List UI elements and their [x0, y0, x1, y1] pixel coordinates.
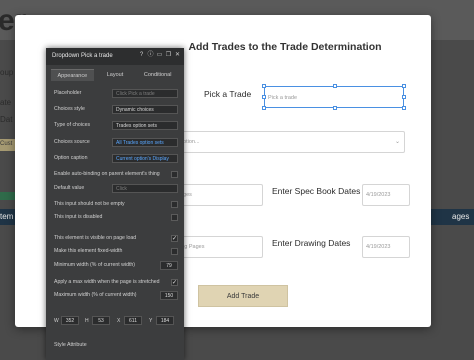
- drawing-dates-label: Enter Drawing Dates: [272, 238, 351, 248]
- close-icon[interactable]: ✕: [174, 52, 181, 59]
- comment-icon[interactable]: ▭: [156, 52, 163, 59]
- geo-y-input[interactable]: 184: [156, 316, 174, 325]
- info-icon[interactable]: ⓘ: [147, 52, 154, 59]
- background-fragment-custom: Cust: [0, 141, 13, 147]
- background-fragment-group: oup: [0, 68, 14, 77]
- max-apply-checkbox[interactable]: ✓: [171, 279, 178, 286]
- min-width-row: Minimum width (% of current width) 79: [54, 261, 178, 271]
- max-apply-row: Apply a max width when the page is stret…: [54, 278, 178, 288]
- placeholder-row: Placeholder Click Pick a trade: [54, 89, 178, 99]
- geo-w-input[interactable]: 352: [61, 316, 79, 325]
- resize-handle-nw[interactable]: [262, 84, 266, 88]
- default-value-field[interactable]: Click: [112, 184, 178, 193]
- fixed-width-checkbox[interactable]: [171, 248, 178, 255]
- property-editor-panel[interactable]: Dropdown Pick a trade ? ⓘ ▭ ❐ ✕ Appearan…: [46, 48, 184, 360]
- choices-source-field[interactable]: All Trades option sets: [112, 138, 178, 147]
- resize-handle-w[interactable]: [262, 95, 266, 99]
- drawing-pages-input[interactable]: ing Pages: [176, 236, 263, 258]
- min-width-input[interactable]: 79: [160, 261, 178, 270]
- pick-trade-label: Pick a Trade: [204, 89, 252, 99]
- disabled-row: This input is disabled: [54, 213, 178, 223]
- placeholder-label: Placeholder: [54, 90, 82, 96]
- resize-handle-se[interactable]: [402, 106, 406, 110]
- fixed-width-label: Make this element fixed-width: [54, 248, 123, 254]
- placeholder-field[interactable]: Click Pick a trade: [112, 89, 178, 98]
- disabled-label: This input is disabled: [54, 214, 103, 220]
- choices-style-label: Choices style: [54, 106, 85, 112]
- not-empty-row: This input should not be empty: [54, 200, 178, 210]
- resize-handle-s[interactable]: [333, 106, 337, 110]
- choices-style-select[interactable]: Dynamic choices: [112, 105, 178, 114]
- type-of-choices-row: Type of choices Trades option sets: [54, 121, 178, 131]
- drawing-date-value: 4/19/2023: [366, 244, 391, 250]
- max-apply-label: Apply a max width when the page is stret…: [54, 279, 160, 285]
- option-caption-row: Option caption Current option's Display: [54, 154, 178, 164]
- help-icon[interactable]: ?: [138, 52, 145, 59]
- spec-date-value: 4/19/2023: [366, 192, 391, 198]
- type-of-choices-label: Type of choices: [54, 122, 91, 128]
- min-width-label: Minimum width (% of current width): [54, 262, 136, 268]
- editor-tabs: Appearance Layout Conditional: [51, 69, 179, 81]
- geo-h-label: H: [85, 318, 89, 324]
- drawing-date-input[interactable]: 4/19/2023: [362, 236, 410, 258]
- option-caption-label: Option caption: [54, 155, 88, 161]
- fixed-width-row: Make this element fixed-width: [54, 247, 178, 257]
- option-caption-field[interactable]: Current option's Display: [112, 154, 178, 163]
- geo-x-input[interactable]: 611: [124, 316, 142, 325]
- pick-trade-placeholder: Pick a trade: [268, 95, 298, 101]
- autobind-row: Enable auto-binding on parent element's …: [54, 170, 178, 180]
- visible-row: This element is visible on page load ✓: [54, 234, 178, 244]
- option-dropdown[interactable]: option... ⌄: [176, 131, 405, 153]
- background-fragment-pages: ages: [452, 212, 470, 221]
- background-green-row: [0, 192, 16, 200]
- tab-layout[interactable]: Layout: [94, 69, 137, 81]
- spec-book-dates-label: Enter Spec Book Dates: [272, 186, 361, 196]
- resize-handle-ne[interactable]: [402, 84, 406, 88]
- type-of-choices-select[interactable]: Trades option sets: [112, 121, 178, 130]
- background-fragment-date: Dat: [0, 115, 13, 124]
- resize-handle-n[interactable]: [333, 84, 337, 88]
- geo-x-label: X: [117, 318, 121, 324]
- not-empty-checkbox[interactable]: [171, 201, 178, 208]
- resize-handle-e[interactable]: [402, 95, 406, 99]
- spec-pages-input[interactable]: ages: [176, 184, 263, 206]
- disabled-checkbox[interactable]: [171, 214, 178, 221]
- tab-conditional[interactable]: Conditional: [136, 69, 179, 81]
- copy-icon[interactable]: ❐: [165, 52, 172, 59]
- choices-style-row: Choices style Dynamic choices: [54, 105, 178, 115]
- geo-h-input[interactable]: 53: [92, 316, 110, 325]
- background-fragment-item: tem: [0, 212, 14, 221]
- resize-handle-sw[interactable]: [262, 106, 266, 110]
- visible-label: This element is visible on page load: [54, 235, 137, 241]
- max-width-row: Maximum width (% of current width) 150: [54, 291, 178, 301]
- editor-header[interactable]: Dropdown Pick a trade ? ⓘ ▭ ❐ ✕: [46, 48, 184, 65]
- visible-checkbox[interactable]: ✓: [171, 235, 178, 242]
- not-empty-label: This input should not be empty: [54, 201, 125, 207]
- pick-trade-dropdown[interactable]: Pick a trade: [262, 84, 406, 110]
- default-value-label: Default value: [54, 185, 85, 191]
- geo-y-label: Y: [149, 318, 153, 324]
- choices-source-row: Choices source All Trades option sets: [54, 138, 178, 148]
- default-value-row: Default value Click: [54, 184, 178, 194]
- spec-date-input[interactable]: 4/19/2023: [362, 184, 410, 206]
- editor-title: Dropdown Pick a trade: [52, 53, 113, 59]
- geo-w-label: W: [54, 318, 59, 324]
- choices-source-label: Choices source: [54, 139, 90, 145]
- autobind-checkbox[interactable]: [171, 171, 178, 178]
- tab-appearance[interactable]: Appearance: [51, 69, 94, 81]
- max-width-input[interactable]: 150: [160, 291, 178, 300]
- style-attribute-label: Style Attribute: [54, 342, 87, 348]
- autobind-label: Enable auto-binding on parent element's …: [54, 171, 160, 177]
- add-trade-button[interactable]: Add Trade: [198, 285, 288, 307]
- background-fragment-create: ate: [0, 98, 12, 107]
- chevron-down-icon: ⌄: [394, 139, 400, 145]
- max-width-label: Maximum width (% of current width): [54, 292, 137, 298]
